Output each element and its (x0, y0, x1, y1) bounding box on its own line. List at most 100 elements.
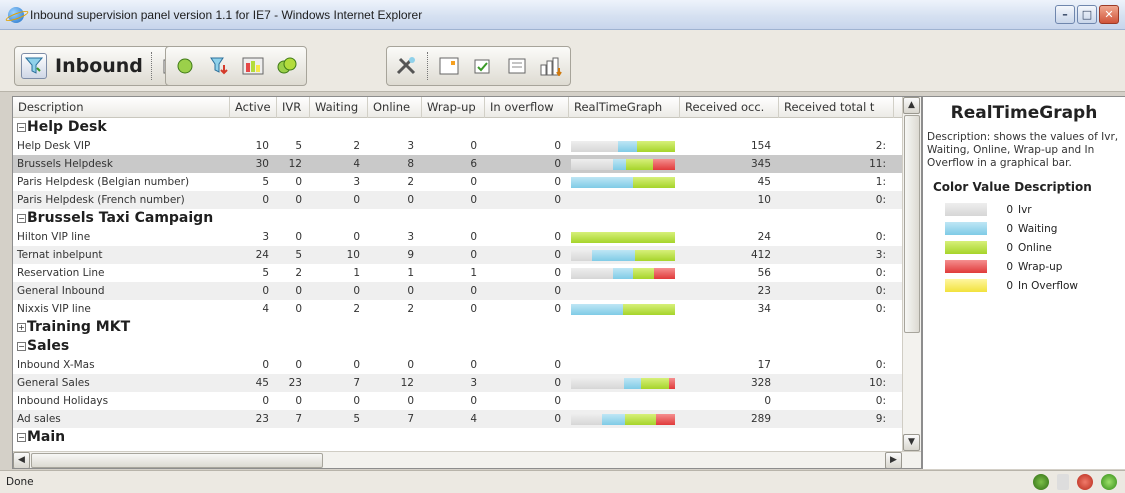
table-row[interactable]: Hilton VIP line 3 0 0 3 0 0 24 0: (13, 228, 902, 246)
column-header-online[interactable]: Online (368, 97, 422, 118)
column-header-ivr[interactable]: IVR (277, 97, 310, 118)
vertical-scrollbar[interactable]: ▲ ▼ (902, 97, 921, 453)
cell-ivr: 0 (295, 303, 302, 315)
row-description: Paris Helpdesk (Belgian number) (17, 176, 190, 188)
legend-swatch (945, 222, 987, 235)
bar-segment-on (633, 267, 655, 279)
agents-status-icon[interactable] (1033, 474, 1049, 490)
cell-wrap: 0 (470, 303, 477, 315)
realtime-bar (571, 158, 675, 170)
group-header[interactable]: − Brussels Taxi Campaign (13, 209, 902, 228)
cell-realtimegraph (565, 158, 676, 170)
cell-waiting: 1 (353, 267, 360, 279)
column-header-description[interactable]: Description (13, 97, 230, 118)
column-header-wrap-up[interactable]: Wrap-up (422, 97, 485, 118)
cell-wrap: 0 (470, 249, 477, 261)
column-header-waiting[interactable]: Waiting (310, 97, 368, 118)
cell-received-occ: 24 (757, 231, 771, 243)
row-description: Hilton VIP line (17, 231, 91, 243)
status-text: Done (6, 476, 34, 488)
legend-label: Online (1018, 241, 1052, 254)
window-controls: – □ ✕ (1055, 5, 1119, 24)
table-row[interactable]: Reservation Line 5 2 1 1 1 0 56 0: (13, 264, 902, 282)
bar-segment-on (626, 158, 654, 170)
document-icon[interactable] (504, 53, 530, 79)
agents-group-icon[interactable] (274, 53, 300, 79)
panel-title: RealTimeGraph (950, 103, 1098, 123)
cell-received-occ: 328 (750, 377, 771, 389)
legend-value: 0 (1006, 222, 1013, 235)
column-header-active[interactable]: Active (230, 97, 277, 118)
table-row[interactable]: Paris Helpdesk (Belgian number) 5 0 3 2 0 0 45 1… (13, 173, 902, 191)
collapse-icon[interactable]: − (17, 214, 26, 223)
checklist-icon[interactable] (470, 53, 496, 79)
chart-panel-icon[interactable] (240, 53, 266, 79)
column-header-received-occ[interactable]: Received occ. (680, 97, 779, 118)
stop-icon[interactable] (1077, 474, 1093, 490)
bar-chart-icon[interactable] (538, 53, 564, 79)
expand-icon[interactable]: + (17, 323, 26, 332)
group-header[interactable]: − Help Desk (13, 118, 902, 137)
vertical-scroll-thumb[interactable] (904, 115, 920, 333)
table-row[interactable]: Help Desk VIP 10 5 2 3 0 0 154 2: (13, 137, 902, 155)
table-row[interactable]: Ad sales 23 7 5 7 4 0 289 9: (13, 410, 902, 428)
column-header-received-total-t[interactable]: Received total t (779, 97, 894, 118)
group-header[interactable]: − Main (13, 428, 902, 447)
cell-online: 7 (407, 413, 414, 425)
collapse-icon[interactable]: − (17, 433, 26, 442)
table-row[interactable]: Ternat inbelpunt 24 5 10 9 0 0 412 3: (13, 246, 902, 264)
filter-down-icon[interactable] (206, 53, 232, 79)
table-row[interactable]: Paris Helpdesk (French number) 0 0 0 0 0 0 10 0: (13, 191, 902, 209)
ok-icon[interactable] (1101, 474, 1117, 490)
scroll-right-button[interactable]: ▶ (885, 452, 902, 468)
row-description: Paris Helpdesk (French number) (17, 194, 185, 206)
bar-segment-wait (617, 140, 637, 152)
cell-overflow: 0 (554, 413, 561, 425)
bar-segment-ivr (571, 413, 603, 425)
pause-icon[interactable] (1057, 474, 1069, 490)
maximize-button[interactable]: □ (1077, 5, 1097, 24)
toolbar-title: Inbound (55, 55, 143, 77)
table-row[interactable]: General Sales 45 23 7 12 3 0 328 10: (13, 374, 902, 392)
toolbar: Inbound (0, 30, 1125, 92)
scroll-up-button[interactable]: ▲ (903, 97, 920, 114)
cell-received-occ: 34 (757, 303, 771, 315)
cell-received-total: 3: (875, 249, 886, 261)
legend-row-wait: 0 Waiting (927, 219, 1121, 238)
legend-label: Ivr (1018, 203, 1032, 216)
ie-logo-icon (8, 6, 24, 23)
panel-window-icon[interactable] (436, 53, 462, 79)
horizontal-scrollbar[interactable]: ◀ ▶ (13, 451, 921, 468)
group-header[interactable]: + Training MKT (13, 318, 902, 337)
table-row[interactable]: General Inbound 0 0 0 0 0 0 23 0: (13, 282, 902, 300)
inbound-filter-button[interactable] (21, 53, 47, 79)
cell-wrap: 0 (470, 359, 477, 371)
column-header-realtimegraph[interactable]: RealTimeGraph (569, 97, 680, 118)
cell-overflow: 0 (554, 194, 561, 206)
agent-icon[interactable] (172, 53, 198, 79)
horizontal-scroll-thumb[interactable] (31, 453, 323, 468)
collapse-icon[interactable]: − (17, 342, 26, 351)
cell-received-total: 1: (875, 176, 886, 188)
cell-realtimegraph (565, 267, 676, 279)
table-row[interactable]: Inbound X-Mas 0 0 0 0 0 0 17 0: (13, 356, 902, 374)
group-header[interactable]: − Sales (13, 337, 902, 356)
cell-waiting: 2 (353, 140, 360, 152)
cell-received-total: 0: (875, 231, 886, 243)
cell-ivr: 5 (295, 140, 302, 152)
cell-overflow: 0 (554, 267, 561, 279)
legend-value: 0 (1006, 203, 1013, 216)
cell-active: 23 (255, 413, 269, 425)
scroll-down-button[interactable]: ▼ (903, 434, 920, 451)
table-row[interactable]: Inbound Holidays 0 0 0 0 0 0 0 0: (13, 392, 902, 410)
status-bar: Done (0, 470, 1125, 493)
table-row[interactable]: Nixxis VIP line 4 0 2 2 0 0 34 0: (13, 300, 902, 318)
minimize-button[interactable]: – (1055, 5, 1075, 24)
cell-wrap: 0 (470, 140, 477, 152)
tools-icon[interactable] (393, 53, 419, 79)
collapse-icon[interactable]: − (17, 123, 26, 132)
close-window-button[interactable]: ✕ (1099, 5, 1119, 24)
column-header-in-overflow[interactable]: In overflow (485, 97, 569, 118)
table-row[interactable]: Brussels Helpdesk 30 12 4 8 6 0 345 11: (13, 155, 902, 173)
scroll-left-button[interactable]: ◀ (13, 452, 30, 468)
